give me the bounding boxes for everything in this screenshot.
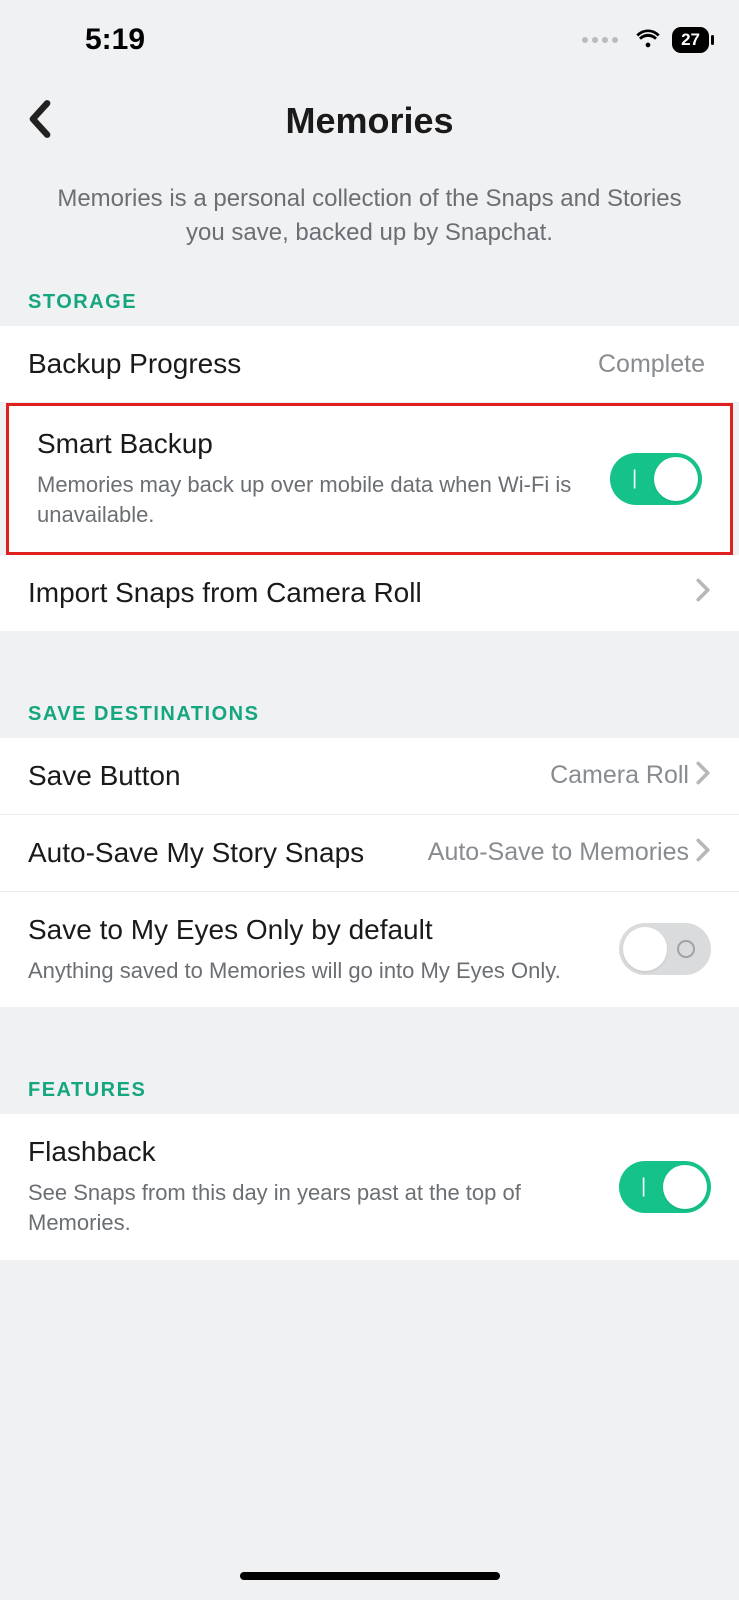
section-header-save-destinations: SAVE DESTINATIONS <box>0 691 739 738</box>
back-button[interactable] <box>25 99 55 144</box>
battery-icon: 27 <box>672 27 709 53</box>
auto-save-value: Auto-Save to Memories <box>428 838 689 867</box>
chevron-right-icon <box>695 761 711 790</box>
wifi-icon <box>634 24 662 57</box>
eyes-only-sub: Anything saved to Memories will go into … <box>28 956 619 986</box>
chevron-right-icon <box>695 838 711 867</box>
flashback-row[interactable]: Flashback See Snaps from this day in yea… <box>0 1114 739 1259</box>
cellular-dots-icon <box>582 37 618 43</box>
page-title: Memories <box>20 100 719 142</box>
save-button-row[interactable]: Save Button Camera Roll <box>0 738 739 815</box>
save-button-value: Camera Roll <box>550 761 689 790</box>
eyes-only-toggle[interactable] <box>619 923 711 975</box>
smart-backup-toggle[interactable] <box>610 453 702 505</box>
auto-save-row[interactable]: Auto-Save My Story Snaps Auto-Save to Me… <box>0 815 739 892</box>
section-header-features: FEATURES <box>0 1067 739 1114</box>
backup-progress-label: Backup Progress <box>28 348 598 380</box>
backup-progress-value: Complete <box>598 350 705 379</box>
flashback-toggle[interactable] <box>619 1161 711 1213</box>
status-right: 27 <box>582 24 709 57</box>
flashback-sub: See Snaps from this day in years past at… <box>28 1178 619 1237</box>
home-indicator[interactable] <box>240 1572 500 1580</box>
status-time: 5:19 <box>85 23 145 57</box>
import-snaps-label: Import Snaps from Camera Roll <box>28 577 695 609</box>
eyes-only-row[interactable]: Save to My Eyes Only by default Anything… <box>0 892 739 1008</box>
auto-save-label: Auto-Save My Story Snaps <box>28 837 428 869</box>
section-header-storage: STORAGE <box>0 279 739 326</box>
page-description: Memories is a personal collection of the… <box>0 182 739 249</box>
import-snaps-row[interactable]: Import Snaps from Camera Roll <box>0 555 739 631</box>
highlighted-row: Smart Backup Memories may back up over m… <box>6 403 733 554</box>
smart-backup-sub: Memories may back up over mobile data wh… <box>37 470 610 529</box>
header: Memories <box>0 70 739 182</box>
flashback-label: Flashback <box>28 1136 619 1168</box>
smart-backup-row[interactable]: Smart Backup Memories may back up over m… <box>9 406 730 551</box>
chevron-right-icon <box>695 578 711 607</box>
smart-backup-label: Smart Backup <box>37 428 610 460</box>
backup-progress-row[interactable]: Backup Progress Complete <box>0 326 739 403</box>
save-button-label: Save Button <box>28 760 550 792</box>
eyes-only-label: Save to My Eyes Only by default <box>28 914 619 946</box>
status-bar: 5:19 27 <box>0 0 739 70</box>
